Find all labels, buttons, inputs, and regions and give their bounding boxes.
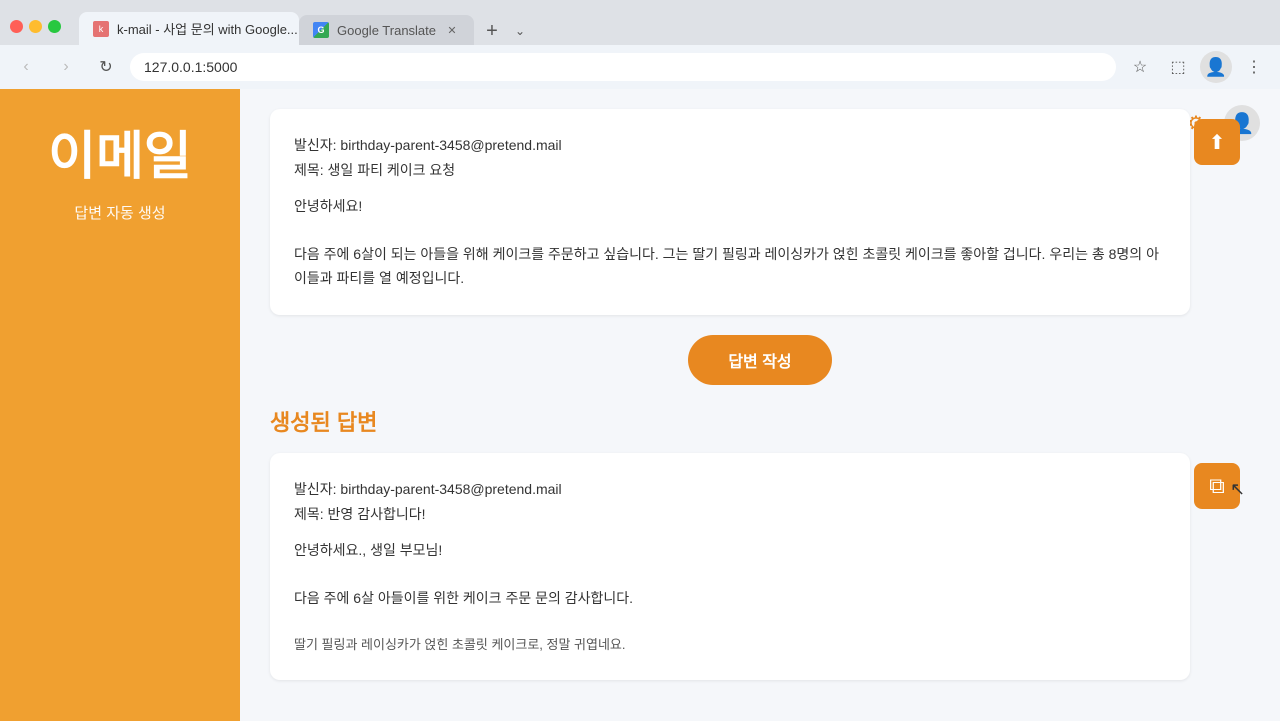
google-translate-favicon: G <box>313 22 329 38</box>
reply-card: 발신자: birthday-parent-3458@pretend.mail 제… <box>270 453 1190 681</box>
upload-button[interactable]: ⬆ <box>1194 119 1240 165</box>
menu-icon[interactable]: ⋮ <box>1238 51 1270 83</box>
reply-sender-label: 발신자: <box>294 481 337 497</box>
reply-greeting: 안녕하세요., 생일 부모님! <box>294 539 1166 563</box>
minimize-button[interactable] <box>29 20 42 33</box>
sender-label: 발신자: <box>294 137 337 153</box>
profile-icon[interactable]: 👤 <box>1200 51 1232 83</box>
kmail-favicon: k <box>93 21 109 37</box>
reply-body2: 딸기 필링과 레이싱카가 얹힌 초콜릿 케이크로, 정말 귀엽네요. <box>294 634 1166 656</box>
app-container: 이메일 답변 자동 생성 ⚙ 👤 발신자: birthday-parent-34… <box>0 89 1280 721</box>
sidebar-title: 이메일 <box>48 129 192 186</box>
copy-button[interactable]: ⧉ <box>1194 463 1240 509</box>
new-tab-button[interactable]: + <box>478 17 506 45</box>
title-bar: k k-mail - 사업 문의 with Google... ✕ G Goog… <box>0 0 1280 45</box>
upload-icon: ⬆ <box>1209 130 1226 155</box>
extensions-icon[interactable]: ⬚ <box>1162 51 1194 83</box>
close-button[interactable] <box>10 20 23 33</box>
reply-body: 안녕하세요., 생일 부모님! 다음 주에 6살 아들이를 위한 케이크 주문 … <box>294 539 1166 656</box>
email-card-wrapper: 발신자: birthday-parent-3458@pretend.mail 제… <box>270 109 1190 315</box>
reply-meta: 발신자: birthday-parent-3458@pretend.mail 제… <box>294 477 1166 527</box>
email-card: 발신자: birthday-parent-3458@pretend.mail 제… <box>270 109 1190 315</box>
copy-icon: ⧉ <box>1209 473 1225 499</box>
main-content: ⚙ 👤 발신자: birthday-parent-3458@pretend.ma… <box>240 89 1280 721</box>
reply-sender-email: birthday-parent-3458@pretend.mail <box>340 481 561 497</box>
email-subject: 생일 파티 케이크 요청 <box>328 162 456 178</box>
address-bar[interactable]: 127.0.0.1:5000 <box>130 53 1116 81</box>
generated-reply-section-title: 생성된 답변 <box>270 405 1250 437</box>
email-body: 안녕하세요! 다음 주에 6살이 되는 아들을 위해 케이크를 주문하고 싶습니… <box>294 195 1166 290</box>
sidebar: 이메일 답변 자동 생성 <box>0 89 240 721</box>
sender-email: birthday-parent-3458@pretend.mail <box>340 137 561 153</box>
forward-button[interactable]: › <box>50 51 82 83</box>
reload-button[interactable]: ↻ <box>90 51 122 83</box>
subject-label: 제목: <box>294 162 324 178</box>
reply-card-wrapper: 발신자: birthday-parent-3458@pretend.mail 제… <box>270 453 1190 681</box>
compose-reply-button[interactable]: 답변 작성 <box>688 335 831 385</box>
email-greeting: 안녕하세요! <box>294 195 1166 219</box>
tab-google-translate-close[interactable]: ✕ <box>444 22 460 38</box>
maximize-button[interactable] <box>48 20 61 33</box>
reply-body1: 다음 주에 6살 아들이를 위한 케이크 주문 문의 감사합니다. <box>294 587 1166 611</box>
tab-kmail[interactable]: k k-mail - 사업 문의 with Google... ✕ <box>79 12 299 45</box>
star-icon[interactable]: ☆ <box>1124 51 1156 83</box>
tab-bar: k k-mail - 사업 문의 with Google... ✕ G Goog… <box>69 12 544 45</box>
browser-chrome: k k-mail - 사업 문의 with Google... ✕ G Goog… <box>0 0 1280 89</box>
tab-expand-button[interactable]: ⌄ <box>506 17 534 45</box>
tab-google-translate[interactable]: G Google Translate ✕ <box>299 15 474 45</box>
tab-kmail-label: k-mail - 사업 문의 with Google... <box>117 19 298 38</box>
email-meta: 발신자: birthday-parent-3458@pretend.mail 제… <box>294 133 1166 183</box>
sidebar-subtitle: 답변 자동 생성 <box>74 202 165 223</box>
email-content: 다음 주에 6살이 되는 아들을 위해 케이크를 주문하고 싶습니다. 그는 딸… <box>294 243 1166 291</box>
back-button[interactable]: ‹ <box>10 51 42 83</box>
tab-google-translate-label: Google Translate <box>337 23 436 38</box>
nav-bar: ‹ › ↻ 127.0.0.1:5000 ☆ ⬚ 👤 ⋮ <box>0 45 1280 89</box>
reply-subject: 반영 감사합니다! <box>328 506 426 522</box>
nav-icons: ☆ ⬚ 👤 ⋮ <box>1124 51 1270 83</box>
address-text: 127.0.0.1:5000 <box>144 59 1102 75</box>
reply-button-wrapper: 답변 작성 <box>270 335 1250 385</box>
reply-subject-label: 제목: <box>294 506 324 522</box>
window-controls <box>10 20 61 33</box>
